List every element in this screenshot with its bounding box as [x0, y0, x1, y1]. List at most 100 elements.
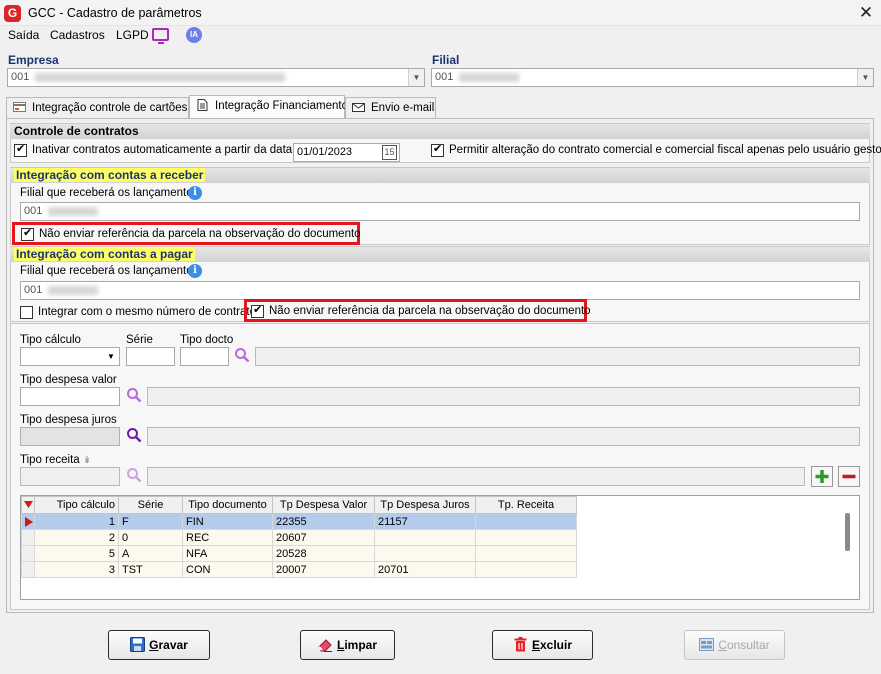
- cell[interactable]: 21157: [374, 513, 476, 530]
- app-logo-icon: G: [4, 5, 21, 22]
- empresa-value: 001: [11, 71, 30, 83]
- menu-cadastros[interactable]: Cadastros: [50, 28, 105, 42]
- grid-corner[interactable]: [21, 496, 35, 514]
- search-icon[interactable]: [126, 387, 142, 403]
- gravar-button[interactable]: Gravar: [108, 630, 210, 660]
- cell[interactable]: [374, 529, 476, 546]
- add-button[interactable]: [811, 466, 833, 487]
- receber-nao-enviar-label: Não enviar referência da parcela na obse…: [39, 228, 361, 240]
- cell[interactable]: A: [118, 545, 183, 562]
- chevron-down-icon[interactable]: ▼: [408, 69, 424, 86]
- pagar-nao-enviar-label: Não enviar referência da parcela na obse…: [269, 305, 591, 317]
- eraser-icon: [318, 639, 332, 652]
- menu-saida[interactable]: Saída: [8, 28, 39, 42]
- cell[interactable]: FIN: [182, 513, 273, 530]
- empresa-combo[interactable]: 001 ▼: [7, 68, 425, 87]
- tipo-docto-input[interactable]: [180, 347, 229, 366]
- table-row[interactable]: 3 TST CON 20007 20701: [21, 561, 577, 578]
- date-field[interactable]: 01/01/2023 15: [293, 143, 400, 162]
- cell[interactable]: 5: [34, 545, 119, 562]
- remove-button[interactable]: [838, 466, 860, 487]
- row-indicator: [21, 561, 35, 578]
- tipo-despesa-juros-label: Tipo despesa juros: [20, 414, 117, 426]
- tipo-despesa-valor-input[interactable]: [20, 387, 120, 406]
- tipo-receita-description: [147, 467, 805, 486]
- limpar-button[interactable]: Limpar: [300, 630, 395, 660]
- scrollbar[interactable]: [845, 513, 850, 551]
- pagar-nao-enviar-checkbox[interactable]: [251, 303, 264, 319]
- cell[interactable]: 22355: [272, 513, 375, 530]
- window-title: GCC - Cadastro de parâmetros: [28, 6, 202, 20]
- tipo-calculo-select[interactable]: ▼: [20, 347, 120, 366]
- col-header[interactable]: Tipo cálculo: [34, 496, 119, 514]
- cell[interactable]: 20528: [272, 545, 375, 562]
- serie-input[interactable]: [126, 347, 175, 366]
- inativar-checkbox[interactable]: [14, 142, 27, 158]
- col-header[interactable]: Tp Despesa Valor: [272, 496, 375, 514]
- row-indicator: [21, 529, 35, 546]
- close-icon[interactable]: ✕: [853, 1, 879, 25]
- tab-label: Envio e-mail: [371, 102, 435, 114]
- filial-combo[interactable]: 001 ▼: [431, 68, 874, 87]
- empresa-label: Empresa: [8, 53, 59, 67]
- col-header[interactable]: Tp Despesa Juros: [374, 496, 476, 514]
- tab-label: Integração controle de cartões: [32, 102, 188, 114]
- table-row[interactable]: 5 A NFA 20528: [21, 545, 577, 562]
- calendar-icon[interactable]: 15: [382, 145, 397, 160]
- tipo-despesa-juros-input: [20, 427, 120, 446]
- cell[interactable]: 1: [34, 513, 119, 530]
- redacted-text: [35, 72, 286, 82]
- search-icon[interactable]: [234, 347, 250, 363]
- cell[interactable]: 2: [34, 529, 119, 546]
- chevron-down-icon[interactable]: ▼: [857, 69, 873, 86]
- cell[interactable]: 20607: [272, 529, 375, 546]
- tab-envio-email[interactable]: Envio e-mail: [345, 97, 436, 118]
- pagar-filial-input[interactable]: 001: [20, 281, 860, 300]
- envelope-icon: [352, 103, 365, 112]
- ia-icon[interactable]: IA: [186, 27, 202, 43]
- cell[interactable]: REC: [182, 529, 273, 546]
- col-header[interactable]: Série: [118, 496, 183, 514]
- controle-header: Controle de contratos: [10, 123, 870, 139]
- cell[interactable]: [475, 561, 577, 578]
- tipo-despesa-juros-description: [147, 427, 860, 446]
- permitir-label: Permitir alteração do contrato comercial…: [449, 144, 881, 156]
- cell[interactable]: TST: [118, 561, 183, 578]
- search-icon[interactable]: [126, 467, 142, 483]
- tab-integracao-financiamento[interactable]: Integração Financiamento: [189, 95, 348, 119]
- cell[interactable]: [475, 545, 577, 562]
- cell[interactable]: 20701: [374, 561, 476, 578]
- cell[interactable]: 20007: [272, 561, 375, 578]
- cell[interactable]: 0: [118, 529, 183, 546]
- cell[interactable]: 3: [34, 561, 119, 578]
- monitor-icon[interactable]: [152, 28, 169, 44]
- excluir-button[interactable]: Excluir: [492, 630, 593, 660]
- chevron-down-icon[interactable]: ▼: [103, 348, 119, 365]
- row-pointer-icon: [25, 517, 33, 527]
- cell[interactable]: [374, 545, 476, 562]
- cell[interactable]: F: [118, 513, 183, 530]
- permitir-checkbox[interactable]: [431, 142, 444, 158]
- row-indicator: [21, 545, 35, 562]
- table-row[interactable]: 1 F FIN 22355 21157: [21, 513, 577, 530]
- table-row[interactable]: 2 0 REC 20607: [21, 529, 577, 546]
- cell[interactable]: [475, 513, 577, 530]
- cell[interactable]: NFA: [182, 545, 273, 562]
- receber-header: Integração com contas a receber: [10, 167, 870, 183]
- cards-icon: [13, 102, 26, 112]
- col-header[interactable]: Tp. Receita: [475, 496, 577, 514]
- minus-icon: [842, 474, 856, 479]
- tab-integracao-cartoes[interactable]: Integração controle de cartões: [6, 97, 189, 118]
- col-header[interactable]: Tipo documento: [182, 496, 273, 514]
- cell[interactable]: [475, 529, 577, 546]
- integrar-checkbox[interactable]: [20, 306, 33, 320]
- cell[interactable]: CON: [182, 561, 273, 578]
- receber-filial-input[interactable]: 001: [20, 202, 860, 221]
- info-icon[interactable]: i: [188, 264, 202, 278]
- menu-lgpd[interactable]: LGPD: [116, 28, 149, 42]
- info-icon[interactable]: i: [188, 186, 202, 200]
- date-value: 01/01/2023: [297, 146, 353, 158]
- search-icon[interactable]: [126, 427, 142, 443]
- receber-nao-enviar-checkbox[interactable]: [21, 226, 34, 242]
- data-grid[interactable]: Tipo cálculo Série Tipo documento Tp Des…: [20, 495, 860, 600]
